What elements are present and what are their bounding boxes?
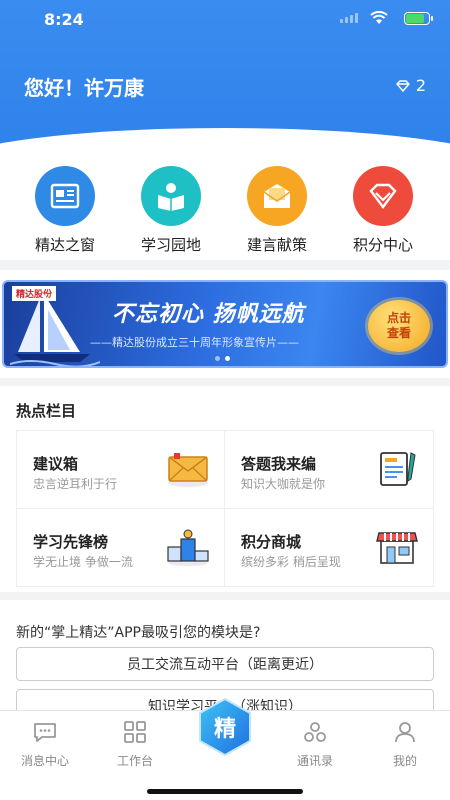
hot-item-subtitle: 缤纷多彩 稍后呈现 xyxy=(241,555,341,569)
notepad-pen-icon xyxy=(380,452,416,486)
reading-icon xyxy=(141,166,201,226)
tab-workbench[interactable]: 工作台 xyxy=(100,717,170,769)
tab-label: 消息中心 xyxy=(20,754,69,768)
status-bar: 8:24 xyxy=(0,0,450,40)
hot-item-title: 积分商城 xyxy=(241,533,302,551)
diamond-icon xyxy=(395,79,410,92)
quick-link-points[interactable]: 积分中心 xyxy=(333,166,433,255)
tab-contacts[interactable]: 通讯录 xyxy=(280,717,350,769)
quick-links: 精达之窗 学习园地 建言献策 积分中心 xyxy=(0,150,450,260)
quick-link-learning[interactable]: 学习园地 xyxy=(121,166,221,255)
poll-question: 新的“掌上精达”APP最吸引您的模块是? xyxy=(16,625,261,641)
wifi-icon xyxy=(370,11,388,24)
greeting: 您好！许万康 xyxy=(24,76,144,100)
banner-cta-line2: 查看 xyxy=(386,326,411,340)
quick-link-label: 建言献策 xyxy=(246,236,307,254)
quick-link-label: 积分中心 xyxy=(352,236,413,254)
envelope-icon xyxy=(168,453,208,487)
banner-cta-line1: 点击 xyxy=(386,311,411,325)
chat-bubble-icon xyxy=(34,723,56,742)
hot-section-title: 热点栏目 xyxy=(16,402,77,420)
tab-label: 通讯录 xyxy=(296,754,333,768)
hot-item-leaderboard[interactable]: 学习先锋榜 学无止境 争做一流 xyxy=(16,509,225,587)
tab-label: 我的 xyxy=(392,754,417,768)
banner-view-button[interactable]: 点击 查看 xyxy=(368,300,430,352)
promo-banner[interactable]: 精达股份 不忘初心 扬帆远航 ——精达股份成立三十周年形象宣传片—— 点击 查看 xyxy=(2,280,448,368)
tab-label: 工作台 xyxy=(116,754,153,768)
home-indicator xyxy=(147,789,303,794)
contacts-icon xyxy=(304,722,326,742)
hot-item-title: 学习先锋榜 xyxy=(33,533,109,551)
gem-count-button[interactable]: 2 xyxy=(395,76,426,95)
carousel-indicator xyxy=(215,356,230,361)
gem-count: 2 xyxy=(415,76,426,95)
hot-item-title: 建议箱 xyxy=(33,455,79,473)
status-time: 8:24 xyxy=(44,10,84,29)
hot-item-subtitle: 学无止境 争做一流 xyxy=(33,555,133,569)
battery-icon xyxy=(404,12,433,25)
user-icon xyxy=(395,722,415,743)
tab-message-center[interactable]: 消息中心 xyxy=(10,717,80,769)
banner-section: 精达股份 不忘初心 扬帆远航 ——精达股份成立三十周年形象宣传片—— 点击 查看 xyxy=(0,270,450,378)
center-tab-label: 精 xyxy=(213,717,236,742)
hot-item-subtitle: 忠言逆耳利于行 xyxy=(33,477,118,491)
quick-link-label: 学习园地 xyxy=(140,236,201,254)
header: 8:24 您好！许万康 2 xyxy=(0,0,450,150)
banner-headline: 不忘初心 扬帆远航 xyxy=(112,302,305,327)
newspaper-icon xyxy=(35,166,95,226)
sailboat-icon xyxy=(10,294,100,366)
poll-option[interactable]: 员工交流互动平台（距离更近） xyxy=(16,647,434,681)
tab-mine[interactable]: 我的 xyxy=(370,717,440,769)
diamond-icon xyxy=(353,166,413,226)
store-icon xyxy=(376,532,418,564)
podium-icon xyxy=(167,529,209,566)
hot-item-points-mall[interactable]: 积分商城 缤纷多彩 稍后呈现 xyxy=(225,509,434,587)
banner-subtitle: ——精达股份成立三十周年形象宣传片—— xyxy=(90,336,299,349)
hot-grid: 建议箱 忠言逆耳利于行 答题我来编 知识大咖就是你 学习先锋榜 学无止境 争做一… xyxy=(16,430,434,587)
quick-link-label: 精达之窗 xyxy=(34,236,95,254)
grid-icon xyxy=(124,721,146,743)
quick-link-jingda-window[interactable]: 精达之窗 xyxy=(15,166,115,255)
hot-item-suggestion-box[interactable]: 建议箱 忠言逆耳利于行 xyxy=(16,431,225,509)
tab-jing-center[interactable]: 精 xyxy=(195,697,255,757)
bottom-tab-bar: 消息中心 工作台 精 通讯录 我的 xyxy=(0,697,450,800)
hot-item-subtitle: 知识大咖就是你 xyxy=(241,477,326,491)
signal-icon xyxy=(340,13,358,23)
hot-item-quiz[interactable]: 答题我来编 知识大咖就是你 xyxy=(225,431,434,509)
hot-section: 热点栏目 建议箱 忠言逆耳利于行 答题我来编 知识大咖就是你 学习先锋榜 学无止… xyxy=(0,386,450,592)
poll-section: 新的“掌上精达”APP最吸引您的模块是? 员工交流互动平台（距离更近） 知识学习… xyxy=(0,600,450,710)
quick-link-suggestions[interactable]: 建言献策 xyxy=(227,166,327,255)
envelope-icon xyxy=(247,166,307,226)
hot-item-title: 答题我来编 xyxy=(241,455,317,473)
